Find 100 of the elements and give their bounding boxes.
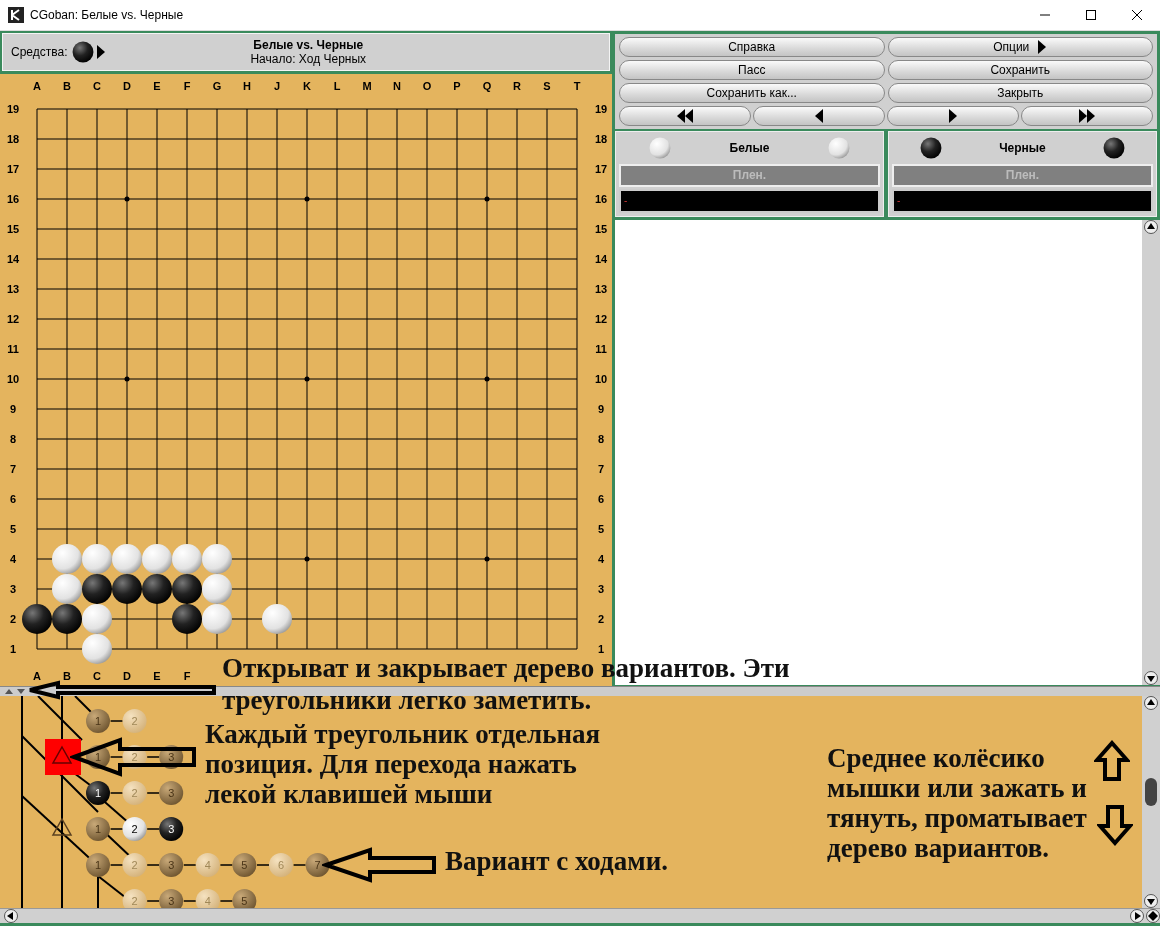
action-button[interactable]: Закрыть [887, 83, 1153, 103]
captures-label: Плен. [892, 163, 1153, 187]
row-label: 6 [9, 493, 17, 505]
close-icon [1132, 10, 1142, 20]
row-label: 7 [9, 463, 17, 475]
row-label: 9 [597, 403, 605, 415]
column-label: A [33, 80, 41, 92]
action-button[interactable]: Пасс [619, 60, 885, 80]
scroll-up-icon [1144, 695, 1158, 710]
position-triangle-icon[interactable] [51, 817, 73, 836]
column-label: C [93, 80, 101, 92]
vertical-scrollbar[interactable] [1142, 220, 1160, 685]
column-label: M [362, 80, 372, 92]
column-label: C [93, 670, 101, 682]
star-point [124, 376, 130, 382]
scroll-right-icon [1130, 908, 1144, 923]
toggle-triangles-icon[interactable] [3, 687, 27, 695]
row-label: 11 [595, 343, 607, 355]
player-name: Черные [999, 141, 1046, 156]
move-node[interactable]: 2 [122, 888, 147, 908]
annotation-text: Среднее колёсико мышки или зажать и тянуть, проматывает дерево вариантов. [827, 743, 1088, 863]
row-label: 15 [594, 223, 608, 235]
row-label: 5 [9, 523, 17, 535]
star-point [484, 376, 490, 382]
column-label: E [153, 80, 161, 92]
row-label: 8 [9, 433, 17, 445]
star-point [124, 196, 130, 202]
row-label: 19 [594, 103, 608, 115]
action-button[interactable]: Справка [619, 37, 885, 57]
action-button[interactable]: Сохранить [887, 60, 1153, 80]
game-subtitle: Начало: Ход Черных [250, 52, 367, 66]
vertical-scrollbar[interactable] [1142, 695, 1160, 908]
column-label: P [453, 80, 461, 92]
move-node[interactable]: 1 [86, 852, 110, 877]
row-label: 4 [597, 553, 605, 565]
game-title: Белые vs. Черные [253, 38, 364, 52]
row-label: 13 [594, 283, 608, 295]
row-label: 3 [597, 583, 605, 595]
column-label: D [123, 670, 131, 682]
current-position-marker[interactable] [45, 738, 81, 775]
navigation-button[interactable] [1021, 106, 1153, 126]
row-label: 13 [6, 283, 20, 295]
row-label: 6 [597, 493, 605, 505]
column-label: K [303, 80, 311, 92]
scroll-down-icon [1144, 893, 1158, 908]
row-label: 9 [9, 403, 17, 415]
row-label: 14 [594, 253, 608, 265]
menu-button[interactable]: Опции [887, 37, 1153, 57]
star-point [484, 556, 490, 562]
row-label: 5 [597, 523, 605, 535]
column-label: B [63, 80, 71, 92]
row-label: 3 [9, 583, 17, 595]
scroll-left-icon [4, 908, 18, 923]
row-label: 7 [597, 463, 605, 475]
column-label: F [183, 80, 191, 92]
captures-value: - [892, 188, 1153, 213]
stone-icon [71, 41, 94, 63]
row-label: 14 [6, 253, 20, 265]
column-label: H [243, 80, 251, 92]
row-label: 17 [594, 163, 608, 175]
move-node[interactable]: 1 [86, 780, 110, 805]
column-label: E [153, 670, 161, 682]
captures-value: - [619, 188, 880, 213]
star-point [484, 196, 490, 202]
row-label: 16 [594, 193, 608, 205]
row-label: 15 [6, 223, 20, 235]
row-label: 8 [597, 433, 605, 445]
tools-label: Средства: [11, 45, 68, 59]
column-label: J [273, 80, 281, 92]
move-node[interactable]: 1 [86, 816, 110, 841]
row-label: 1 [597, 643, 605, 655]
captures-label: Плен. [619, 163, 880, 187]
scroll-up-icon [1144, 220, 1158, 234]
app-icon [8, 7, 24, 23]
column-label: G [212, 80, 222, 92]
rewind-icon [676, 109, 694, 123]
row-label: 18 [6, 133, 20, 145]
column-label: A [33, 670, 41, 682]
annotation-text: Вариант с ходами. [445, 846, 669, 876]
navigation-button[interactable] [619, 106, 751, 126]
column-label: R [513, 80, 521, 92]
scroll-thumb[interactable] [1145, 777, 1157, 806]
fast-forward-icon [1078, 109, 1096, 123]
maximize-icon [1086, 10, 1096, 20]
player-name: Белые [729, 141, 770, 156]
column-label: N [393, 80, 401, 92]
row-label: 11 [7, 343, 19, 355]
column-label: D [123, 80, 131, 92]
navigation-button[interactable] [753, 106, 885, 126]
star-point [304, 196, 310, 202]
star-point [304, 376, 310, 382]
play-icon [95, 45, 106, 59]
row-label: 12 [6, 313, 20, 325]
action-button[interactable]: Сохранить как... [619, 83, 885, 103]
navigation-button[interactable] [887, 106, 1019, 126]
corner-icon [1146, 908, 1160, 923]
row-label: 12 [594, 313, 608, 325]
column-label: T [573, 80, 581, 92]
move-node[interactable]: 1 [86, 708, 110, 733]
move-node[interactable]: 1 [86, 744, 110, 769]
